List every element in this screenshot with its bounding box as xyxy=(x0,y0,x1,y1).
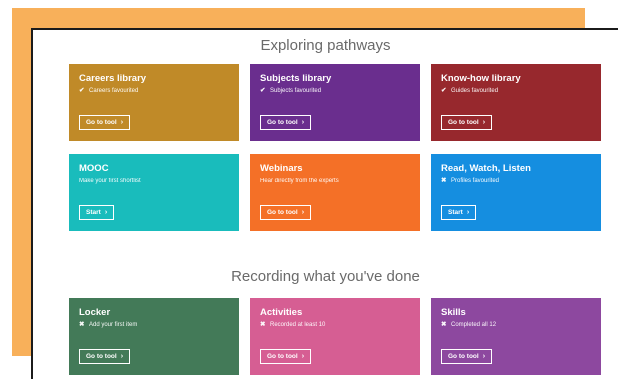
go-to-tool-button[interactable]: Go to tool › xyxy=(441,349,493,364)
button-label: Go to tool xyxy=(448,119,479,126)
card-title: MOOC xyxy=(79,163,109,174)
card-status-text: Subjects favourited xyxy=(270,88,322,94)
section-title-recording: Recording what you've done xyxy=(231,268,420,285)
button-label: Go to tool xyxy=(86,119,117,126)
card-know-how-library: Know-how library ✔ Guides favourited Go … xyxy=(431,64,601,141)
section-title-exploring: Exploring pathways xyxy=(260,37,391,54)
card-title: Read, Watch, Listen xyxy=(441,163,531,174)
card-status-text: Profiles favourited xyxy=(451,178,500,184)
card-careers-library: Careers library ✔ Careers favourited Go … xyxy=(69,64,239,141)
chevron-right-icon: › xyxy=(301,119,305,126)
card-read-watch-listen: Read, Watch, Listen ✖ Profiles favourite… xyxy=(431,154,601,231)
card-status-text: Recorded at least 10 xyxy=(270,322,326,328)
card-title: Subjects library xyxy=(260,73,332,84)
button-label: Go to tool xyxy=(267,119,298,126)
card-status-text: Add your first item xyxy=(89,322,138,328)
card-status-text: Guides favourited xyxy=(451,88,499,94)
go-to-tool-button[interactable]: Go to tool › xyxy=(260,349,312,364)
card-title: Skills xyxy=(441,307,466,318)
card-status: ✖ Profiles favourited xyxy=(441,177,591,185)
chevron-right-icon: › xyxy=(301,209,305,216)
chevron-right-icon: › xyxy=(466,209,470,216)
chevron-right-icon: › xyxy=(120,119,124,126)
button-label: Start xyxy=(448,209,463,216)
card-status: ✔ Subjects favourited xyxy=(260,87,410,95)
button-label: Go to tool xyxy=(267,353,298,360)
card-title: Know-how library xyxy=(441,73,521,84)
start-button[interactable]: Start › xyxy=(79,205,115,220)
card-webinars: Webinars Hear directly from the experts … xyxy=(250,154,420,231)
button-label: Start xyxy=(86,209,101,216)
tools-panel: Exploring pathways Careers library ✔ Car… xyxy=(31,28,618,379)
check-icon: ✔ xyxy=(441,87,447,94)
chevron-right-icon: › xyxy=(301,353,305,360)
card-status: ✖ Recorded at least 10 xyxy=(260,321,410,329)
card-skills: Skills ✖ Completed all 12 Go to tool › xyxy=(431,298,601,375)
card-title: Activities xyxy=(260,307,303,318)
go-to-tool-button[interactable]: Go to tool › xyxy=(260,205,312,220)
go-to-tool-button[interactable]: Go to tool › xyxy=(79,349,131,364)
start-button[interactable]: Start › xyxy=(441,205,477,220)
cross-icon: ✖ xyxy=(260,321,266,328)
button-label: Go to tool xyxy=(267,209,298,216)
button-label: Go to tool xyxy=(86,353,117,360)
chevron-right-icon: › xyxy=(104,209,108,216)
card-title: Careers library xyxy=(79,73,147,84)
card-status: ✔ Guides favourited xyxy=(441,87,591,95)
chevron-right-icon: › xyxy=(482,353,486,360)
chevron-right-icon: › xyxy=(120,353,124,360)
cross-icon: ✖ xyxy=(79,321,85,328)
cross-icon: ✖ xyxy=(441,321,447,328)
go-to-tool-button[interactable]: Go to tool › xyxy=(260,115,312,130)
check-icon: ✔ xyxy=(260,87,266,94)
card-activities: Activities ✖ Recorded at least 10 Go to … xyxy=(250,298,420,375)
card-title: Locker xyxy=(79,307,111,318)
go-to-tool-button[interactable]: Go to tool › xyxy=(441,115,493,130)
button-label: Go to tool xyxy=(448,353,479,360)
cross-icon: ✖ xyxy=(441,177,447,184)
card-subjects-library: Subjects library ✔ Subjects favourited G… xyxy=(250,64,420,141)
card-status-text: Careers favourited xyxy=(89,88,139,94)
card-status: ✔ Careers favourited xyxy=(79,87,229,95)
card-status-text: Completed all 12 xyxy=(451,322,497,328)
chevron-right-icon: › xyxy=(482,119,486,126)
card-status: ✖ Completed all 12 xyxy=(441,321,591,329)
card-mooc: MOOC Make your first shortlist Start › xyxy=(69,154,239,231)
card-status: ✖ Add your first item xyxy=(79,321,229,329)
card-status: Make your first shortlist xyxy=(79,177,229,185)
card-status-text: Make your first shortlist xyxy=(79,178,141,184)
card-status-text: Hear directly from the experts xyxy=(260,178,339,184)
card-status: Hear directly from the experts xyxy=(260,177,410,185)
card-locker: Locker ✖ Add your first item Go to tool … xyxy=(69,298,239,375)
card-title: Webinars xyxy=(260,163,303,174)
check-icon: ✔ xyxy=(79,87,85,94)
go-to-tool-button[interactable]: Go to tool › xyxy=(79,115,131,130)
